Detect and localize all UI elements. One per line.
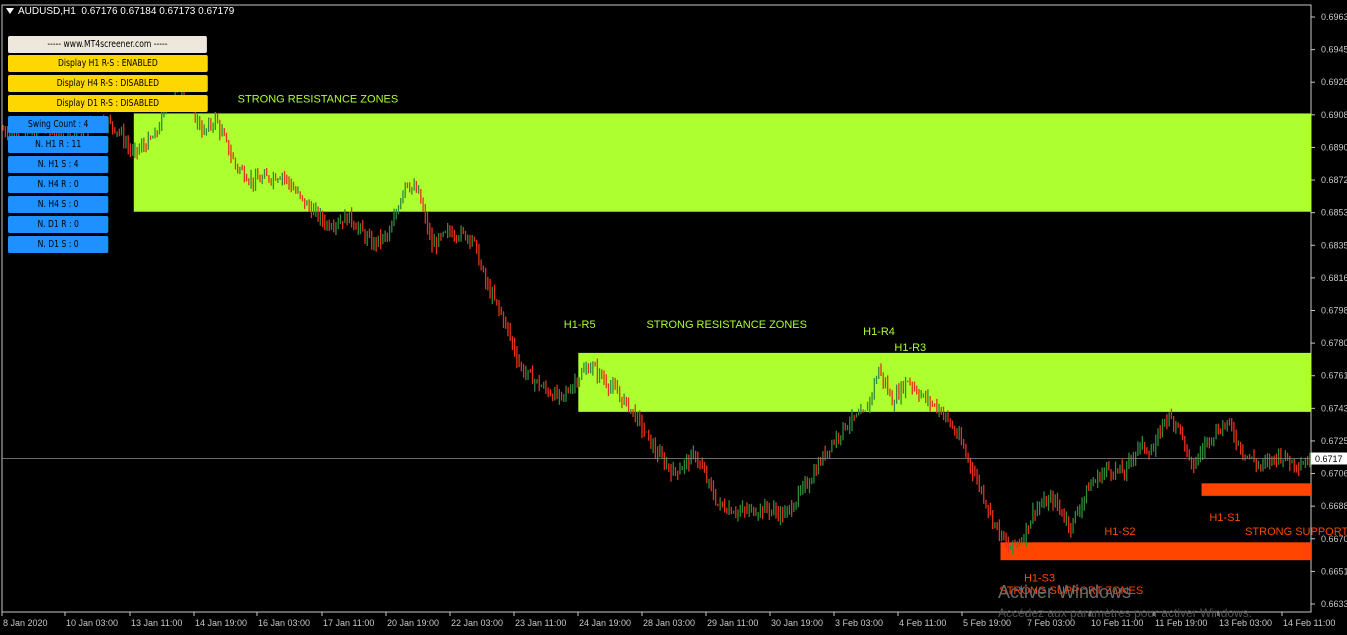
chevron-down-icon[interactable]	[6, 8, 14, 15]
support-label: H1-S2	[1104, 526, 1135, 538]
y-tick-label: 0.6926	[1321, 77, 1347, 87]
site-button[interactable]: ----- www.MT4screener.com -----	[8, 36, 207, 53]
y-tick-label: 0.6688	[1321, 501, 1347, 511]
x-tick-label: 30 Jan 19:00	[771, 618, 823, 628]
x-tick-label: 22 Jan 03:00	[451, 618, 503, 628]
y-tick-label: 0.6835	[1321, 240, 1347, 250]
x-tick-label: 13 Jan 11:00	[131, 618, 182, 628]
y-tick-label: 0.6706	[1321, 469, 1347, 479]
display-d1-button[interactable]: Display D1 R-S : DISABLED	[8, 95, 208, 112]
x-tick-label: 3 Feb 03:00	[835, 618, 883, 628]
y-tick-label: 0.6633	[1321, 599, 1347, 609]
chart-symbol: AUDUSD,H1	[18, 6, 76, 17]
n-d1-s-button[interactable]: N. D1 S : 0	[8, 236, 109, 253]
n-h1-r-button[interactable]: N. H1 R : 11	[8, 136, 109, 153]
x-tick-label: 8 Jan 2020	[3, 618, 48, 628]
resistance-zone-0	[133, 113, 1312, 212]
chart-header: AUDUSD,H1 0.67176 0.67184 0.67173 0.6717…	[6, 6, 234, 17]
activate-windows-title: Activer Windows	[998, 582, 1132, 602]
resistance-label: H1-R3	[894, 342, 926, 354]
n-d1-r-button[interactable]: N. D1 R : 0	[8, 216, 109, 233]
x-tick-label: 17 Jan 11:00	[323, 618, 374, 628]
n-h4-s-button[interactable]: N. H4 S : 0	[8, 196, 109, 213]
y-tick-label: 0.6963	[1321, 12, 1347, 22]
y-tick-label: 0.6853	[1321, 208, 1347, 218]
x-tick-label: 20 Jan 19:00	[387, 618, 439, 628]
current-price-label: 0.6717	[1315, 454, 1343, 464]
x-tick-label: 23 Jan 11:00	[515, 618, 566, 628]
resistance-label: H1-R5	[564, 319, 596, 331]
resistance-label: STRONG RESISTANCE ZONES	[646, 319, 807, 331]
resistance-zone-1	[578, 352, 1311, 412]
y-tick-label: 0.6780	[1321, 338, 1347, 348]
n-h1-s-button[interactable]: N. H1 S : 4	[8, 156, 109, 173]
x-tick-label: 24 Jan 19:00	[579, 618, 631, 628]
support-label: H1-S1	[1209, 512, 1240, 524]
resistance-label: STRONG RESISTANCE ZONES	[238, 94, 399, 106]
y-tick-label: 0.6651	[1321, 566, 1347, 576]
y-tick-label: 0.6872	[1321, 175, 1347, 185]
n-h4-r-button[interactable]: N. H4 R : 0	[8, 176, 109, 193]
x-tick-label: 14 Jan 19:00	[195, 618, 247, 628]
y-tick-label: 0.6890	[1321, 142, 1347, 152]
x-tick-label: 4 Feb 11:00	[899, 618, 946, 628]
x-tick-label: 14 Feb 11:00	[1283, 618, 1335, 628]
display-h4-button[interactable]: Display H4 R-S : DISABLED	[8, 75, 208, 92]
x-tick-label: 16 Jan 03:00	[258, 618, 310, 628]
y-tick-label: 0.6945	[1321, 45, 1347, 55]
y-tick-label: 0.6743	[1321, 403, 1347, 413]
y-tick-label: 0.6816	[1321, 273, 1347, 283]
swing-count-button[interactable]: Swing Count : 4	[8, 116, 109, 133]
y-tick-label: 0.6908	[1321, 110, 1347, 120]
activate-windows-text: Accédez aux paramètres pour activer Wind…	[998, 606, 1253, 620]
display-h1-button[interactable]: Display H1 R-S : ENABLED	[8, 55, 208, 72]
x-tick-label: 10 Jan 03:00	[66, 618, 118, 628]
chart-ohlc: 0.67176 0.67184 0.67173 0.67179	[81, 6, 235, 17]
x-tick-label: 29 Jan 11:00	[707, 618, 758, 628]
y-tick-label: 0.6798	[1321, 306, 1347, 316]
support-zone-2	[1201, 483, 1311, 496]
support-zone-3	[1000, 542, 1311, 561]
y-tick-label: 0.6761	[1321, 371, 1347, 381]
resistance-label: H1-R4	[863, 326, 895, 338]
y-tick-label: 0.6725	[1321, 436, 1347, 446]
x-tick-label: 28 Jan 03:00	[643, 618, 695, 628]
support-label: STRONG SUPPORT Z	[1245, 526, 1347, 538]
